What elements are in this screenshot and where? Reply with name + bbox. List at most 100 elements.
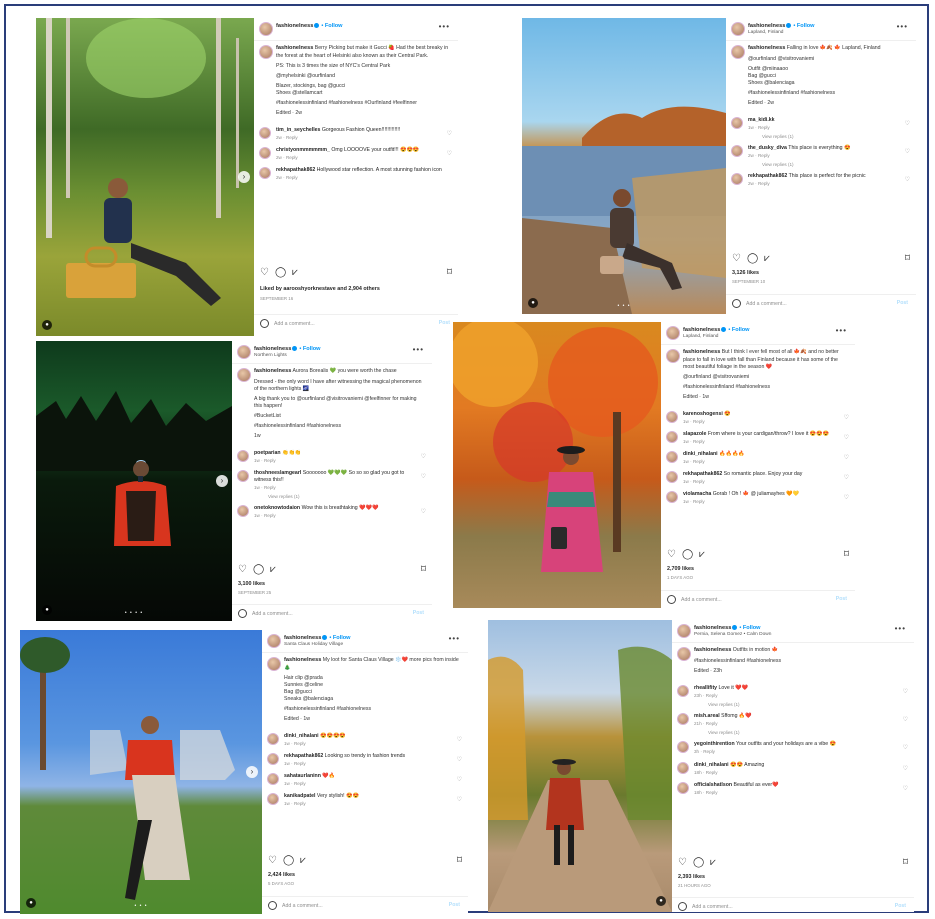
caption-username[interactable]: fashionelness — [683, 349, 720, 355]
like-comment-icon[interactable]: ♡ — [903, 765, 908, 773]
caption-username[interactable]: fashionelness — [284, 657, 321, 663]
comment-username[interactable]: yegointhirention — [694, 741, 735, 747]
like-icon[interactable]: ♡ — [667, 549, 676, 560]
follow-button[interactable]: • Follow — [321, 23, 342, 29]
save-icon[interactable]: ⌑ — [421, 563, 426, 577]
like-icon[interactable]: ♡ — [238, 564, 247, 575]
emoji-icon[interactable] — [678, 902, 687, 911]
avatar[interactable] — [259, 22, 273, 36]
comment-meta[interactable]: 21h · Reply — [694, 721, 900, 727]
emoji-icon[interactable] — [268, 901, 277, 910]
avatar[interactable] — [267, 793, 279, 806]
avatar[interactable] — [259, 146, 271, 159]
like-comment-icon[interactable]: ♡ — [903, 785, 908, 793]
comment-meta[interactable]: 1w · Reply — [683, 439, 841, 445]
avatar[interactable] — [267, 657, 281, 671]
comment-icon[interactable]: ◯ — [283, 855, 294, 866]
comment-meta[interactable]: 1w · Reply — [748, 125, 902, 131]
avatar[interactable] — [259, 45, 273, 59]
share-icon[interactable]: ⩗ — [699, 549, 705, 560]
like-comment-icon[interactable]: ♡ — [903, 688, 908, 696]
caption-username[interactable]: fashionelness — [694, 647, 731, 653]
comment-icon[interactable]: ◯ — [693, 857, 704, 868]
caption-hashtags[interactable]: #fashionelessinfinland #fashionelness — [748, 90, 910, 97]
more-options-icon[interactable]: ••• — [439, 22, 450, 33]
more-options-icon[interactable]: ••• — [897, 22, 908, 33]
avatar[interactable] — [267, 634, 281, 648]
like-comment-icon[interactable]: ♡ — [844, 434, 849, 442]
comment-username[interactable]: rekhapathak862 — [683, 471, 722, 477]
comment-icon[interactable]: ◯ — [253, 564, 264, 575]
comment-username[interactable]: ma_kidi.kk — [748, 117, 775, 123]
share-icon[interactable]: ⩗ — [710, 857, 716, 868]
post-photo[interactable]: ● — [488, 620, 672, 912]
comment-username[interactable]: kanikadpatel — [284, 793, 315, 799]
comment-username[interactable]: slapazole — [683, 431, 706, 437]
follow-button[interactable]: • Follow — [329, 635, 350, 641]
like-comment-icon[interactable]: ♡ — [844, 474, 849, 482]
like-comment-icon[interactable]: ♡ — [844, 414, 849, 422]
post-button[interactable]: Post — [413, 610, 424, 617]
like-comment-icon[interactable]: ♡ — [903, 744, 908, 752]
comment-meta[interactable]: 1w · Reply — [683, 459, 841, 465]
comment-username[interactable]: rekhapathak862 — [284, 753, 323, 759]
more-options-icon[interactable]: ••• — [895, 624, 906, 635]
like-comment-icon[interactable]: ♡ — [903, 716, 908, 724]
next-arrow-icon[interactable]: › — [246, 766, 258, 778]
comment-username[interactable]: rheallifity — [694, 685, 717, 691]
post-photo[interactable]: › ● • • • — [20, 630, 262, 914]
comment-username[interactable]: sahataurlaninn — [284, 773, 321, 779]
avatar[interactable] — [259, 167, 271, 180]
comment-meta[interactable]: 1w · Reply — [683, 499, 841, 505]
comment-meta[interactable]: 1w · Reply — [284, 761, 454, 767]
add-comment-input[interactable]: Add a comment... — [746, 301, 787, 307]
like-icon[interactable]: ♡ — [260, 267, 269, 278]
avatar[interactable] — [267, 752, 279, 765]
comment-meta[interactable]: 1w · Reply — [254, 513, 418, 519]
likes-count[interactable]: 3,126 likes — [732, 270, 759, 277]
comment-meta[interactable]: 23h · Reply — [694, 693, 900, 699]
username-link[interactable]: fashionelness • Follow — [276, 23, 343, 31]
caption-username[interactable]: fashionelness — [276, 45, 313, 51]
avatar[interactable] — [731, 145, 743, 158]
comment-meta[interactable]: 2w · Reply — [748, 153, 902, 159]
share-icon[interactable]: ⩗ — [270, 564, 276, 575]
tagged-user-icon[interactable]: ● — [528, 298, 538, 308]
comment-username[interactable]: karenoshogensi — [683, 411, 723, 417]
add-comment-input[interactable]: Add a comment... — [692, 904, 733, 910]
comment-meta[interactable]: 2w · Reply — [276, 135, 444, 141]
comment-username[interactable]: dinki_nihalani — [683, 451, 718, 457]
like-comment-icon[interactable]: ♡ — [905, 120, 910, 128]
emoji-icon[interactable] — [238, 609, 247, 618]
view-replies-link[interactable]: View replies (1) — [726, 162, 916, 170]
like-icon[interactable]: ♡ — [732, 253, 741, 264]
avatar[interactable] — [666, 430, 678, 443]
post-photo[interactable] — [453, 322, 661, 608]
avatar[interactable] — [731, 22, 745, 36]
avatar[interactable] — [666, 491, 678, 504]
post-location[interactable]: Lapland, Finland — [683, 334, 718, 340]
emoji-icon[interactable] — [732, 299, 741, 308]
audio-track[interactable]: Pernia, Selena Gomez • Calm Down — [694, 632, 771, 638]
follow-button[interactable]: • Follow — [728, 327, 749, 333]
comment-username[interactable]: officialshatlson — [694, 782, 732, 788]
caption-username[interactable]: fashionelness — [748, 45, 785, 51]
like-comment-icon[interactable]: ♡ — [421, 453, 426, 461]
follow-button[interactable]: • Follow — [739, 625, 760, 631]
view-replies-link[interactable]: View replies (1) — [232, 494, 432, 502]
likes-count[interactable]: 2,393 likes — [678, 874, 705, 881]
emoji-icon[interactable] — [260, 319, 269, 328]
avatar[interactable] — [237, 449, 249, 462]
caption-hashtags[interactable]: #fashionelessinfinland #fashionelness — [284, 706, 462, 713]
avatar[interactable] — [267, 732, 279, 745]
caption-hashtags[interactable]: #fashionelessinfinland #fashionelness — [254, 423, 426, 430]
likes-count[interactable]: 2,709 likes — [667, 566, 694, 573]
like-comment-icon[interactable]: ♡ — [905, 176, 910, 184]
post-photo[interactable]: ● • • • — [522, 18, 726, 314]
caption-hashtags[interactable]: #fashionelessinfinland #fashionelness — [694, 658, 908, 665]
comment-meta[interactable]: 1w · Reply — [284, 741, 454, 747]
likes-count[interactable]: Liked by aarooshyorknestave and 2,904 ot… — [260, 286, 380, 293]
avatar[interactable] — [677, 647, 691, 661]
post-photo[interactable]: › ● • • • • — [36, 341, 232, 621]
comment-username[interactable]: poetparian — [254, 450, 281, 456]
